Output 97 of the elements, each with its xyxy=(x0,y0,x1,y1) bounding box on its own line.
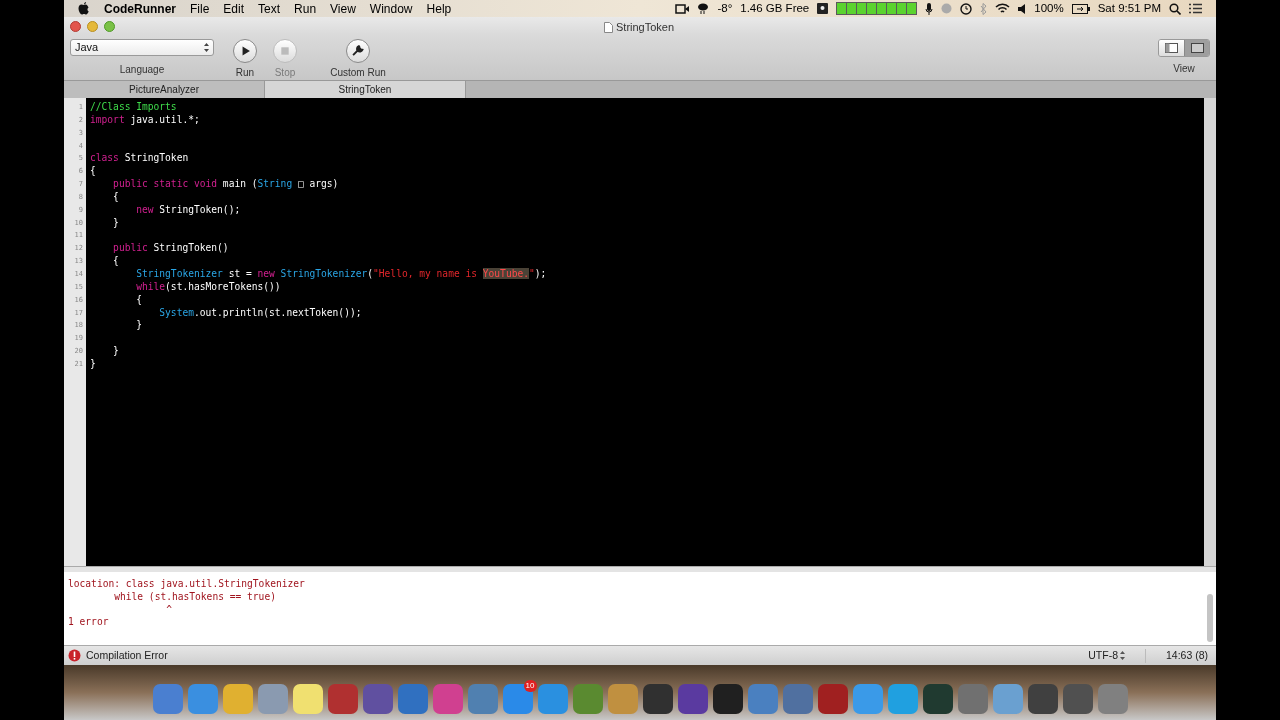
app-icon[interactable] xyxy=(292,684,323,714)
code-token: main ( xyxy=(221,178,258,190)
code-token: StringToken(); xyxy=(158,203,241,215)
menu-item[interactable]: Edit xyxy=(223,0,245,18)
circle-icon[interactable] xyxy=(941,3,953,14)
memory-free: 1.46 GB Free xyxy=(740,0,810,16)
error-icon xyxy=(68,649,81,662)
console-line: ^ xyxy=(165,603,173,617)
window-title: StringToken xyxy=(616,20,675,35)
code-token: class xyxy=(90,152,119,164)
menu-item[interactable]: Window xyxy=(369,0,413,18)
code-token: while xyxy=(135,280,166,292)
view-label: View xyxy=(1173,62,1195,76)
code-token: { xyxy=(90,165,96,177)
code-token: .out.println(st.nextToken()); xyxy=(193,306,362,318)
code-token: public static void xyxy=(112,178,218,190)
encoding-selector[interactable]: UTF-8 xyxy=(1088,647,1118,664)
code-token: import xyxy=(90,113,125,125)
bluetooth-icon[interactable] xyxy=(980,2,988,15)
app-icon[interactable] xyxy=(817,684,848,714)
code-token: ); xyxy=(534,267,547,279)
code-token: StringToken xyxy=(123,152,189,164)
microphone-icon[interactable] xyxy=(925,2,934,15)
sidebar-layout-icon[interactable] xyxy=(1165,43,1178,53)
battery-percent: 100% xyxy=(1034,0,1064,16)
tab[interactable]: StringToken xyxy=(265,81,466,98)
toolbar-label: Stop xyxy=(274,66,296,80)
toolbar-label: Run xyxy=(235,66,255,80)
wifi-icon[interactable] xyxy=(995,3,1011,14)
speaker-icon[interactable] xyxy=(1018,3,1027,14)
code-token: " xyxy=(529,267,535,279)
menu-item[interactable]: View xyxy=(330,0,356,18)
code-token: StringTokenizer xyxy=(279,267,368,279)
code-token: { xyxy=(112,255,119,267)
notification-badge: 10 xyxy=(523,680,537,692)
badge-icon[interactable] xyxy=(817,3,829,14)
status-message: Compilation Error xyxy=(86,647,168,663)
console-line: 1 error xyxy=(68,616,110,630)
menu-item[interactable]: Run xyxy=(294,0,317,18)
cursor-position: 14:63 (8) xyxy=(1165,647,1208,663)
console-line: while (st.hasTokens == true) xyxy=(113,590,277,604)
battery-icon[interactable] xyxy=(1071,3,1090,14)
search-icon[interactable] xyxy=(1169,2,1181,15)
console-line: location: class java.util.StringTokenizer xyxy=(68,578,306,591)
code-token: } xyxy=(135,319,142,331)
custom-run-button[interactable] xyxy=(346,39,370,63)
code-token: } xyxy=(112,216,119,228)
language-dropdown[interactable]: Java xyxy=(70,39,214,56)
app-icon[interactable] xyxy=(922,684,953,714)
zoom-button[interactable] xyxy=(104,20,115,32)
minimize-button[interactable] xyxy=(87,20,98,32)
temperature: -8° xyxy=(717,0,733,16)
code-token: ( xyxy=(367,267,374,279)
tab[interactable]: PictureAnalyzer xyxy=(64,81,265,98)
scrollbar-thumb[interactable] xyxy=(1207,594,1213,642)
code-token: } xyxy=(112,345,119,357)
clock-icon[interactable] xyxy=(960,2,973,15)
list-icon[interactable] xyxy=(1189,3,1202,14)
code-token: (st.hasMoreTokens()) xyxy=(165,280,281,292)
menu-item[interactable]: Text xyxy=(258,0,281,18)
stepper-icon xyxy=(1119,651,1125,660)
code-token: System xyxy=(158,306,194,318)
stepper-icon[interactable] xyxy=(204,43,209,52)
app-icon[interactable] xyxy=(677,684,708,714)
app-icon[interactable] xyxy=(1027,684,1058,714)
code-token: "Hello, my name is xyxy=(373,267,478,279)
app-icon[interactable] xyxy=(1062,684,1093,714)
code-token: StringToken() xyxy=(152,242,229,254)
code-token: } xyxy=(90,357,96,369)
code-token: String xyxy=(257,178,293,190)
code-token: //Class Imports xyxy=(90,101,177,112)
code-token: StringTokenizer xyxy=(135,267,223,279)
code-token: YouTube. xyxy=(482,267,529,279)
document-icon xyxy=(604,21,613,33)
menu-clock[interactable]: Sat 9:51 PM xyxy=(1097,0,1161,18)
code-token: java.util.*; xyxy=(129,113,200,125)
video-camera-icon[interactable] xyxy=(675,3,690,14)
toolbar-label: Custom Run xyxy=(330,66,386,80)
cloud-icon[interactable] xyxy=(697,3,710,14)
full-layout-icon[interactable] xyxy=(1190,43,1204,53)
code-token: □ args) xyxy=(296,178,339,190)
code-token: public xyxy=(112,242,148,254)
app-icon[interactable] xyxy=(642,684,673,714)
app-icon[interactable] xyxy=(712,684,743,714)
code-token: { xyxy=(135,293,142,305)
menu-item[interactable]: Help xyxy=(426,0,452,18)
code-token: { xyxy=(112,190,119,202)
code-token: new xyxy=(135,203,154,215)
app-menu[interactable]: CodeRunner xyxy=(104,0,176,18)
run-button[interactable] xyxy=(233,39,257,63)
code-token: new xyxy=(257,267,275,279)
menu-item[interactable]: File xyxy=(190,0,210,18)
code-token: st = xyxy=(227,267,253,279)
close-button[interactable] xyxy=(70,20,81,32)
language-label: Language xyxy=(119,63,165,77)
view-toggle[interactable] xyxy=(1158,39,1210,57)
apple-logo-icon[interactable] xyxy=(78,2,90,15)
